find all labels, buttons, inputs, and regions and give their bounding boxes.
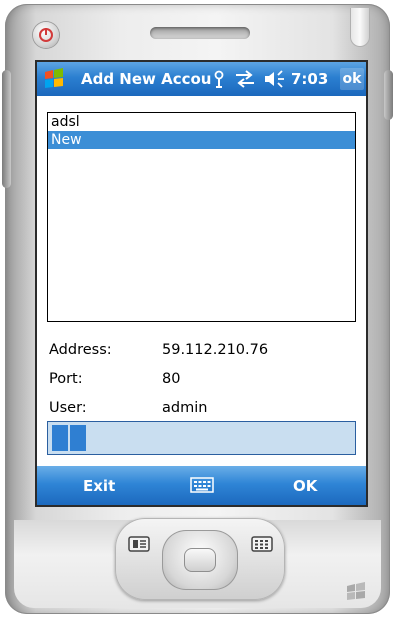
progress-bar xyxy=(47,421,356,455)
screen: Add New Accou 7:03 ok adsl New Address: … xyxy=(37,62,366,505)
user-value: admin xyxy=(162,400,208,416)
windows-start-icon[interactable] xyxy=(43,67,69,91)
sync-arrows-icon[interactable] xyxy=(234,70,256,88)
account-list[interactable]: adsl New xyxy=(47,112,356,322)
calendar-icon[interactable] xyxy=(251,536,273,552)
address-label: Address: xyxy=(49,342,112,358)
progress-block xyxy=(52,425,68,451)
list-item[interactable]: adsl xyxy=(48,113,355,131)
user-label: User: xyxy=(49,400,87,416)
contacts-icon[interactable] xyxy=(128,536,150,552)
ok-softkey[interactable]: OK xyxy=(293,477,317,495)
list-item-selected[interactable]: New xyxy=(48,131,355,149)
window-title: Add New Accou xyxy=(81,70,212,88)
keyboard-icon[interactable] xyxy=(190,476,214,494)
speaker-icon[interactable] xyxy=(264,70,288,88)
port-value: 80 xyxy=(162,371,181,387)
progress-block xyxy=(70,425,86,451)
softkey-bar: Exit OK xyxy=(37,466,366,505)
port-label: Port: xyxy=(49,371,83,387)
clock[interactable]: 7:03 xyxy=(291,70,328,88)
stylus-slot xyxy=(350,8,370,47)
power-button[interactable] xyxy=(33,22,59,48)
speaker-grille xyxy=(150,27,250,39)
exit-softkey[interactable]: Exit xyxy=(83,477,115,495)
power-icon xyxy=(39,28,53,42)
antenna-icon[interactable] xyxy=(212,70,226,88)
side-button-right[interactable] xyxy=(384,70,393,120)
address-value: 59.112.210.76 xyxy=(162,342,269,358)
dpad-center-button[interactable] xyxy=(184,548,216,572)
windows-logo-icon xyxy=(347,582,365,600)
side-button-left[interactable] xyxy=(2,70,11,188)
title-bar: Add New Accou 7:03 ok xyxy=(37,62,366,96)
ok-title-button[interactable]: ok xyxy=(340,68,364,90)
content-area: adsl New Address: 59.112.210.76 Port: 80… xyxy=(37,96,366,466)
